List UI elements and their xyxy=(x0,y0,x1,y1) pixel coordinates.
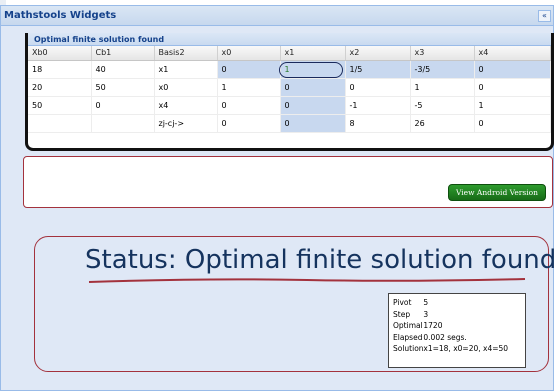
table-cell xyxy=(91,114,155,133)
table-cell: 50 xyxy=(28,96,92,115)
tableau-table: Xb0 Cb1 Basis2 x0 x1 x2 x3 x4 18 40 x1 0… xyxy=(28,46,551,133)
pivot-cell: 1 xyxy=(278,60,346,79)
optimal-label: Optimal xyxy=(393,321,423,330)
table-cell: x0 xyxy=(154,78,218,97)
table-cell: 20 xyxy=(28,78,92,97)
table-cell: 0 xyxy=(280,114,346,133)
column-header[interactable]: x1 xyxy=(280,46,346,61)
table-cell xyxy=(28,114,92,133)
table-cell: 1 xyxy=(474,96,551,115)
table-cell: 0 xyxy=(280,78,346,97)
table-cell: 0 xyxy=(474,114,551,133)
status-annotation-box: Status: Optimal finite solution found Pi… xyxy=(34,236,554,372)
solution-label: Solution xyxy=(393,344,424,353)
tableau-grid: Optimal finite solution found Xb0 Cb1 Ba… xyxy=(25,33,554,151)
table-row[interactable]: 18 40 x1 0 1 1/5 -3/5 0 xyxy=(28,60,551,79)
column-header[interactable]: Xb0 xyxy=(28,46,92,61)
table-cell: zj-cj-> xyxy=(154,114,218,133)
grid-title: Optimal finite solution found xyxy=(28,33,551,46)
table-cell: 50 xyxy=(91,78,155,97)
table-row[interactable]: zj-cj-> 0 0 8 26 0 xyxy=(28,114,551,133)
optimal-value: 1720 xyxy=(423,321,443,330)
android-annotation-box: View Android Version xyxy=(23,156,553,208)
table-cell: 0 xyxy=(91,96,155,115)
solution-info-box: Pivot 5 Step 3 Optimal 1720 Elapsed 0.00… xyxy=(388,293,526,368)
table-cell: 26 xyxy=(410,114,475,133)
solution-value: x1=18, x0=20, x4=50 xyxy=(423,344,509,353)
column-header[interactable]: Basis2 xyxy=(154,46,218,61)
table-cell: -3/5 xyxy=(410,60,475,79)
elapsed-label: Elapsed xyxy=(393,332,423,342)
column-header[interactable]: x3 xyxy=(410,46,475,61)
table-cell: 0 xyxy=(280,96,346,115)
solution-row: Solution x1=18, x0=20, x4=50 xyxy=(393,343,521,355)
column-header[interactable]: x4 xyxy=(474,46,551,61)
table-cell: 18 xyxy=(28,60,92,79)
step-value: 3 xyxy=(423,309,429,319)
pivot-circle xyxy=(278,61,343,78)
pivot-label: Pivot xyxy=(393,298,412,307)
view-android-version-button[interactable]: View Android Version xyxy=(448,184,546,201)
column-header[interactable]: x0 xyxy=(217,46,281,61)
table-row[interactable]: 20 50 x0 1 0 0 1 0 xyxy=(28,78,551,97)
table-cell: x1 xyxy=(154,60,218,79)
double-chevron-up-icon[interactable]: « xyxy=(538,10,551,22)
table-row[interactable]: 50 0 x4 0 0 -1 -5 1 xyxy=(28,96,551,115)
column-header[interactable]: Cb1 xyxy=(91,46,155,61)
column-header[interactable]: x2 xyxy=(345,46,411,61)
table-cell: 0 xyxy=(474,60,551,79)
table-cell: 0 xyxy=(217,60,281,79)
elapsed-value: 0.002 segs. xyxy=(423,332,467,342)
table-cell: -5 xyxy=(410,96,475,115)
table-cell: 0 xyxy=(217,96,281,115)
optimal-row: Optimal 1720 xyxy=(393,320,521,332)
status-message: Status: Optimal finite solution found xyxy=(85,245,554,275)
table-header-row: Xb0 Cb1 Basis2 x0 x1 x2 x3 x4 xyxy=(28,46,551,61)
table-cell: x4 xyxy=(154,96,218,115)
table-cell: 0 xyxy=(345,78,411,97)
table-cell: 1 xyxy=(217,78,281,97)
table-cell: 1/5 xyxy=(345,60,411,79)
table-cell: 40 xyxy=(91,60,155,79)
table-cell: -1 xyxy=(345,96,411,115)
table-cell: 0 xyxy=(474,78,551,97)
widget-title: Mathstools Widgets xyxy=(4,10,117,21)
elapsed-row: Elapsed 0.002 segs. xyxy=(393,332,521,344)
step-row: Step 3 xyxy=(393,309,521,321)
status-underline xyxy=(88,278,526,283)
table-cell: 1 xyxy=(410,78,475,97)
step-label: Step xyxy=(393,309,411,319)
table-cell: 0 xyxy=(217,114,281,133)
widget-header: Mathstools Widgets « xyxy=(1,6,553,26)
table-cell: 8 xyxy=(345,114,411,133)
pivot-value: 5 xyxy=(423,298,429,307)
pivot-row: Pivot 5 xyxy=(393,297,521,309)
